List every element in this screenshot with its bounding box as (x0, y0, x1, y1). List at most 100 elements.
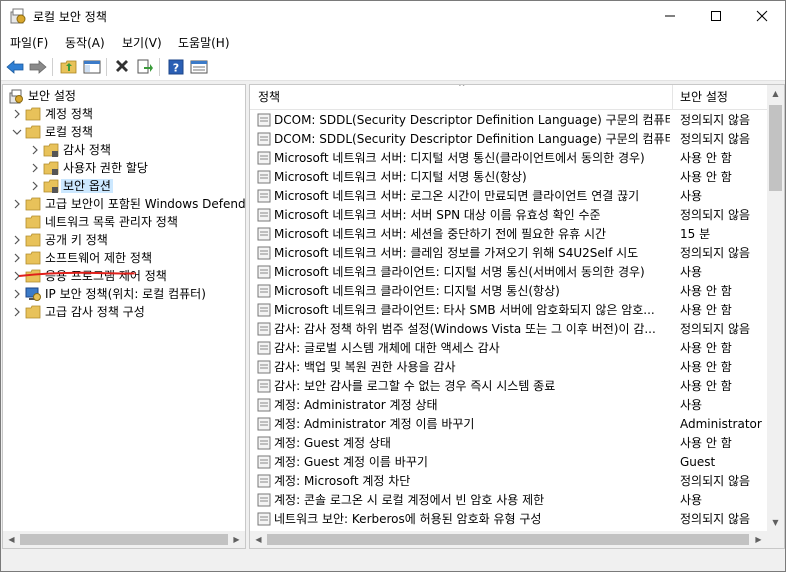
policy-row[interactable]: 계정: 콘솔 로그온 시 로컬 계정에서 빈 암호 사용 제한 사용 (250, 491, 768, 510)
folder-icon (25, 251, 41, 265)
chevron-right-icon[interactable] (11, 252, 23, 264)
tree-item-security-options[interactable]: 보안 옵션 (3, 177, 245, 195)
policy-setting: 사용 (680, 398, 703, 412)
policy-row[interactable]: 감사: 감사 정책 하위 범주 설정(Windows Vista 또는 그 이후… (250, 320, 768, 339)
show-hide-console-tree-button[interactable] (82, 57, 102, 77)
policy-row[interactable]: Microsoft 네트워크 서버: 클레임 정보를 가져오기 위해 S4U2S… (250, 244, 768, 263)
maximize-button[interactable] (693, 1, 739, 31)
policy-list-pane[interactable]: ^ 정책 보안 설정 DCOM: SDDL(Security Descripto… (249, 84, 785, 549)
scroll-up-arrow-icon[interactable]: ▲ (767, 85, 784, 102)
horizontal-scroll-thumb[interactable] (267, 534, 749, 545)
minimize-button[interactable] (647, 1, 693, 31)
policy-row[interactable]: DCOM: SDDL(Security Descriptor Definitio… (250, 111, 768, 130)
policy-row[interactable]: 계정: Guest 계정 상태 사용 안 함 (250, 434, 768, 453)
chevron-right-icon[interactable] (11, 288, 23, 300)
tree-item-user-rights-assignment[interactable]: 사용자 권한 할당 (3, 159, 245, 177)
up-one-level-button[interactable] (59, 57, 79, 77)
tree-item-audit-policy[interactable]: 감사 정책 (3, 141, 245, 159)
tree-item-account-policies[interactable]: 계정 정책 (3, 105, 245, 123)
console-tree-pane[interactable]: 보안 설정 계정 정책 로컬 정책감사 정책사용자 권한 할당보안 옵션고급 보안… (2, 84, 246, 549)
chevron-right-icon[interactable] (29, 180, 41, 192)
scroll-left-arrow-icon[interactable]: ◀ (250, 531, 267, 548)
policy-row[interactable]: Microsoft 네트워크 서버: 디지털 서명 통신(항상) 사용 안 함 (250, 168, 768, 187)
policy-row[interactable]: 계정: Microsoft 계정 차단 정의되지 않음 (250, 472, 768, 491)
tree-item-label: IP 보안 정책(위치: 로컬 컴퓨터) (45, 287, 206, 301)
tree-item-label: 감사 정책 (63, 143, 111, 157)
policy-setting: 정의되지 않음 (680, 474, 751, 488)
policy-row[interactable]: Microsoft 네트워크 서버: 로그온 시간이 만료되면 클라이언트 연결… (250, 187, 768, 206)
policy-row[interactable]: 감사: 글로벌 시스템 개체에 대한 액세스 감사 사용 안 함 (250, 339, 768, 358)
policy-name: 계정: Guest 계정 이름 바꾸기 (274, 455, 428, 469)
chevron-right-icon[interactable] (11, 306, 23, 318)
vertical-scroll-thumb[interactable] (769, 105, 782, 191)
policy-name: Microsoft 네트워크 클라이언트: 타사 SMB 서버에 암호화되지 않… (274, 303, 655, 317)
policy-row[interactable]: Microsoft 네트워크 클라이언트: 디지털 서명 통신(항상) 사용 안 … (250, 282, 768, 301)
menu-action[interactable]: 동작(A) (65, 34, 105, 51)
chevron-right-icon[interactable] (11, 108, 23, 120)
policy-setting: 사용 안 함 (680, 151, 732, 165)
policy-row[interactable]: 감사: 백업 및 복원 권한 사용을 감사 사용 안 함 (250, 358, 768, 377)
properties-button[interactable] (189, 57, 209, 77)
policy-icon (257, 246, 271, 260)
tree-item-security-settings[interactable]: 보안 설정 (3, 87, 245, 105)
back-button[interactable] (5, 57, 25, 77)
tree-item-network-list-manager-policies[interactable]: 네트워크 목록 관리자 정책 (3, 213, 245, 231)
tree-item-label: 보안 옵션 (61, 179, 113, 193)
help-button[interactable]: ? (166, 57, 186, 77)
export-list-button[interactable] (135, 57, 155, 77)
policy-row[interactable]: Microsoft 네트워크 서버: 서버 SPN 대상 이름 유효성 확인 수… (250, 206, 768, 225)
chevron-right-icon[interactable] (29, 162, 41, 174)
chevron-right-icon[interactable] (29, 144, 41, 156)
policy-icon (257, 341, 271, 355)
menu-help[interactable]: 도움말(H) (178, 34, 230, 51)
scroll-left-arrow-icon[interactable]: ◀ (3, 531, 20, 548)
policy-icon (257, 208, 271, 222)
folder-icon (43, 143, 59, 157)
scroll-down-arrow-icon[interactable]: ▼ (767, 514, 784, 531)
list-vertical-scrollbar[interactable]: ▲ ▼ (767, 85, 784, 531)
close-icon (756, 10, 768, 22)
policy-row[interactable]: 계정: Administrator 계정 상태 사용 (250, 396, 768, 415)
policy-row[interactable]: 네트워크 보안: Kerberos에 허용된 암호화 유형 구성 정의되지 않음 (250, 510, 768, 529)
policy-icon (257, 227, 271, 241)
column-header-security-setting[interactable]: 보안 설정 (672, 85, 768, 110)
tree-item-local-policies[interactable]: 로컬 정책 (3, 123, 245, 141)
policy-row[interactable]: Microsoft 네트워크 클라이언트: 디지털 서명 통신(서버에서 동의한… (250, 263, 768, 282)
list-horizontal-scrollbar[interactable]: ◀ ▶ (250, 531, 767, 548)
tree-item-windows-defender-firewall[interactable]: 고급 보안이 포함된 Windows Defender (3, 195, 245, 213)
delete-button[interactable] (112, 57, 132, 77)
policy-icon (257, 170, 271, 184)
scroll-right-arrow-icon[interactable]: ▶ (228, 531, 245, 548)
title-bar[interactable]: 로컬 보안 정책 (1, 1, 785, 31)
tree-item-ip-security-policies[interactable]: IP 보안 정책(위치: 로컬 컴퓨터) (3, 285, 245, 303)
tree-item-software-restriction-policies[interactable]: 소프트웨어 제한 정책 (3, 249, 245, 267)
policy-row[interactable]: 계정: Administrator 계정 이름 바꾸기 Administrator (250, 415, 768, 434)
policy-setting: 사용 (680, 189, 703, 203)
policy-setting: 사용 안 함 (680, 170, 732, 184)
tree-horizontal-scrollbar[interactable]: ◀ ▶ (3, 531, 245, 548)
policy-row[interactable]: Microsoft 네트워크 서버: 디지털 서명 통신(클라이언트에서 동의한… (250, 149, 768, 168)
close-button[interactable] (739, 1, 785, 31)
horizontal-scroll-thumb[interactable] (20, 534, 228, 545)
chevron-down-icon[interactable] (11, 126, 23, 138)
policy-row[interactable]: 계정: Guest 계정 이름 바꾸기 Guest (250, 453, 768, 472)
scroll-right-arrow-icon[interactable]: ▶ (750, 531, 767, 548)
chevron-right-icon[interactable] (11, 198, 23, 210)
policy-row[interactable]: Microsoft 네트워크 클라이언트: 타사 SMB 서버에 암호화되지 않… (250, 301, 768, 320)
policy-name: DCOM: SDDL(Security Descriptor Definitio… (274, 113, 670, 127)
tree-item-public-key-policies[interactable]: 공개 키 정책 (3, 231, 245, 249)
menu-view[interactable]: 보기(V) (122, 34, 162, 51)
policy-row[interactable]: 감사: 보안 감사를 로그할 수 없는 경우 즉시 시스템 종료 사용 안 함 (250, 377, 768, 396)
chevron-right-icon[interactable] (11, 234, 23, 246)
ip-security-icon (25, 287, 41, 301)
menu-file[interactable]: 파일(F) (10, 34, 48, 51)
policy-setting: 15 분 (680, 227, 711, 241)
forward-button[interactable] (28, 57, 48, 77)
policy-icon (257, 303, 271, 317)
policy-row[interactable]: Microsoft 네트워크 서버: 세션을 중단하기 전에 필요한 유휴 시간… (250, 225, 768, 244)
column-header-policy[interactable]: 정책 (250, 85, 672, 110)
tree-item-advanced-audit-policy[interactable]: 고급 감사 정책 구성 (3, 303, 245, 321)
toolbar-separator (159, 58, 160, 76)
policy-row[interactable]: DCOM: SDDL(Security Descriptor Definitio… (250, 130, 768, 149)
svg-text:?: ? (173, 62, 179, 75)
